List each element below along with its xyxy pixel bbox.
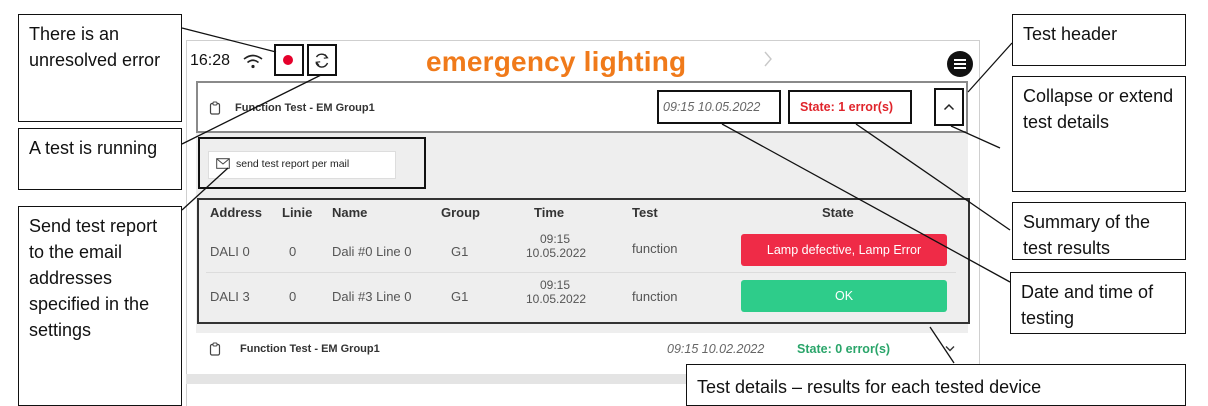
wifi-icon bbox=[243, 54, 263, 69]
cell-test: function bbox=[632, 241, 678, 256]
column-header-state: State bbox=[822, 205, 854, 220]
test-datetime: 09:15 10.05.2022 bbox=[663, 100, 761, 114]
test-datetime: 09:15 10.02.2022 bbox=[667, 342, 765, 356]
column-header-address: Address bbox=[210, 205, 263, 220]
mail-icon bbox=[216, 158, 230, 169]
state-error-badge: Lamp defective, Lamp Error bbox=[741, 234, 947, 266]
callout-test-header: Test header bbox=[1012, 14, 1186, 66]
cell-date: 10.05.2022 bbox=[526, 292, 587, 306]
test-title: Function Test - EM Group1 bbox=[235, 102, 375, 114]
cell-test: function bbox=[632, 289, 678, 304]
callout-summary: Summary of the test results bbox=[1012, 202, 1186, 260]
sync-icon[interactable] bbox=[313, 51, 331, 69]
cell-name: Dali #0 Line 0 bbox=[332, 244, 412, 259]
callout-test-running: A test is running bbox=[18, 128, 182, 190]
cell-linie: 0 bbox=[289, 289, 297, 304]
cell-date: 10.05.2022 bbox=[526, 246, 587, 260]
test-title: Function Test - EM Group1 bbox=[240, 343, 380, 355]
chevron-up-icon[interactable] bbox=[943, 103, 955, 111]
cell-time: 09:15 bbox=[540, 232, 571, 246]
column-header-test: Test bbox=[632, 205, 658, 220]
cell-linie: 0 bbox=[289, 244, 297, 259]
chevron-right-icon[interactable] bbox=[763, 50, 773, 68]
send-report-label: send test report per mail bbox=[236, 158, 350, 170]
callout-unresolved-error: There is an unresolved error bbox=[18, 14, 182, 122]
cell-address: DALI 0 bbox=[210, 244, 250, 259]
cell-group: G1 bbox=[451, 244, 469, 259]
state-ok-badge: OK bbox=[741, 280, 947, 312]
menu-icon[interactable] bbox=[947, 51, 973, 77]
clock: 16:28 bbox=[190, 52, 231, 69]
column-header-time: Time bbox=[534, 205, 565, 220]
column-header-linie: Linie bbox=[282, 205, 313, 220]
record-icon[interactable] bbox=[283, 55, 293, 65]
callout-test-details: Test details – results for each tested d… bbox=[686, 364, 1186, 406]
cell-address: DALI 3 bbox=[210, 289, 250, 304]
callout-send-report: Send test report to the email addresses … bbox=[18, 206, 182, 406]
app-title: emergency lighting bbox=[426, 46, 687, 77]
clipboard-icon bbox=[209, 342, 221, 356]
callout-collapse: Collapse or extend test details bbox=[1012, 76, 1186, 192]
cell-name: Dali #3 Line 0 bbox=[332, 289, 412, 304]
test-state-summary: State: 1 error(s) bbox=[800, 100, 894, 114]
test-state-summary: State: 0 error(s) bbox=[797, 342, 891, 356]
cell-time: 09:15 bbox=[540, 278, 571, 292]
column-header-name: Name bbox=[332, 205, 368, 220]
clipboard-icon bbox=[209, 101, 221, 115]
callout-datetime: Date and time of testing bbox=[1010, 272, 1186, 334]
column-header-group: Group bbox=[441, 205, 480, 220]
cell-group: G1 bbox=[451, 289, 469, 304]
row-divider bbox=[206, 272, 956, 273]
chevron-down-icon[interactable] bbox=[945, 345, 955, 352]
